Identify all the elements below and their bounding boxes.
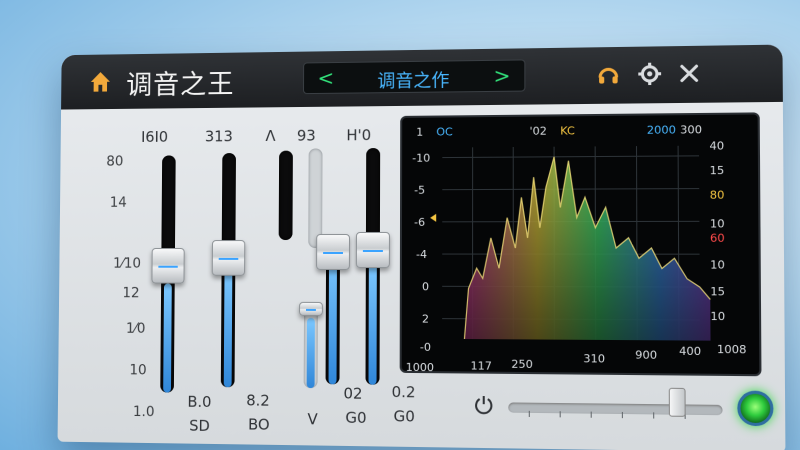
spectrum-right-label: 60	[710, 231, 725, 245]
spectrum-right-label: 10	[710, 217, 725, 231]
spectrum-header-label: 2000	[647, 123, 676, 137]
fader-name: G0	[345, 408, 367, 428]
title-bar: 调音之王 < 调音之作 >	[61, 44, 783, 110]
scale-label: 1⁄10	[112, 255, 142, 272]
spectrum-right-label: 10	[710, 310, 725, 324]
close-icon[interactable]	[676, 60, 703, 87]
preset-next-button[interactable]: >	[492, 64, 512, 88]
freq-label: 250	[511, 357, 533, 371]
fader-top-label: 93	[296, 126, 316, 145]
fader-value: B.0	[187, 392, 212, 411]
spectrum-header-label: KC	[560, 124, 575, 137]
equalizer-window: 调音之王 < 调音之作 > I6I0 313 Λ 93 H'0 80 14 1⁄…	[57, 44, 786, 450]
fader-value: 0.2	[391, 382, 416, 402]
power-icon[interactable]	[473, 394, 495, 417]
freq-label: 900	[635, 348, 657, 362]
scale-label: 1.0	[132, 404, 155, 421]
fader-knob-3[interactable]	[299, 301, 323, 316]
spectrum-right-label: 40	[709, 139, 724, 153]
fader-top-label: 313	[204, 127, 233, 146]
spectrum-left-label: -5	[414, 184, 425, 197]
scale-label: 1⁄0	[125, 320, 146, 337]
fader-track-3[interactable]	[278, 150, 293, 241]
spectrum-right-label: 15	[710, 285, 725, 299]
fader-knob-1[interactable]	[151, 247, 185, 284]
spectrum-display: 1 OC '02 KC 2000 300 40 15 80 10 60 10 1…	[399, 112, 762, 377]
spectrum-left-label: 0	[422, 280, 429, 293]
spectrum-right-label: 15	[710, 164, 725, 178]
fader-track-3b[interactable]	[303, 303, 318, 389]
preset-selector[interactable]: < 调音之作 >	[303, 59, 526, 95]
freq-label: 1008	[717, 343, 747, 357]
spectrum-graph: 1 OC '02 KC 2000 300 40 15 80 10 60 10 1…	[406, 123, 747, 375]
spectrum-left-label: -6	[414, 216, 425, 229]
fader-name: BO	[248, 415, 270, 434]
spectrum-right-label: 10	[710, 258, 725, 272]
scale-label: 80	[106, 153, 124, 170]
spectrum-right-label: 80	[710, 188, 725, 202]
scale-label: 12	[122, 285, 140, 302]
spectrum-header-label: 1	[416, 126, 423, 139]
fader-name: SD	[189, 416, 210, 435]
freq-label: 310	[583, 352, 605, 366]
home-icon[interactable]	[88, 69, 113, 95]
fader-knob-5[interactable]	[355, 231, 390, 269]
master-slider-knob[interactable]	[668, 387, 686, 417]
freq-label: 117	[471, 359, 492, 373]
fader-top-label: Λ	[265, 127, 276, 145]
spectrum-header-label: 300	[680, 123, 702, 137]
spectrum-left-label: -0	[420, 341, 431, 354]
freq-label: 400	[679, 344, 701, 358]
app-title: 调音之王	[126, 69, 235, 102]
scale-label: 14	[109, 194, 127, 211]
headphones-icon[interactable]	[595, 61, 622, 88]
fader-value: 02	[343, 384, 363, 403]
power-led-button[interactable]	[737, 390, 774, 427]
fader-value: 8.2	[246, 391, 270, 410]
spectrum-header-label: OC	[436, 125, 452, 138]
gear-icon[interactable]	[636, 61, 663, 88]
spectrum-left-label: 2	[422, 312, 429, 325]
freq-label: 1000	[406, 361, 434, 375]
spectrum-left-label: -4	[416, 248, 427, 261]
fader-top-label: H'0	[346, 126, 372, 145]
fader-knob-4[interactable]	[316, 234, 350, 271]
fader-panel: I6I0 313 Λ 93 H'0 80 14 1⁄10 12 1⁄0 10 1…	[79, 116, 415, 438]
master-slider-track[interactable]	[508, 402, 723, 419]
scale-label: 10	[129, 362, 147, 379]
spectrum-header-label: '02	[530, 124, 547, 137]
spectrum-left-label: -10	[412, 151, 430, 164]
fader-name: V	[307, 410, 318, 429]
bottom-controls	[462, 382, 774, 437]
fader-knob-2[interactable]	[211, 240, 246, 276]
fader-top-label: I6I0	[141, 128, 169, 146]
fader-name: G0	[393, 407, 415, 426]
